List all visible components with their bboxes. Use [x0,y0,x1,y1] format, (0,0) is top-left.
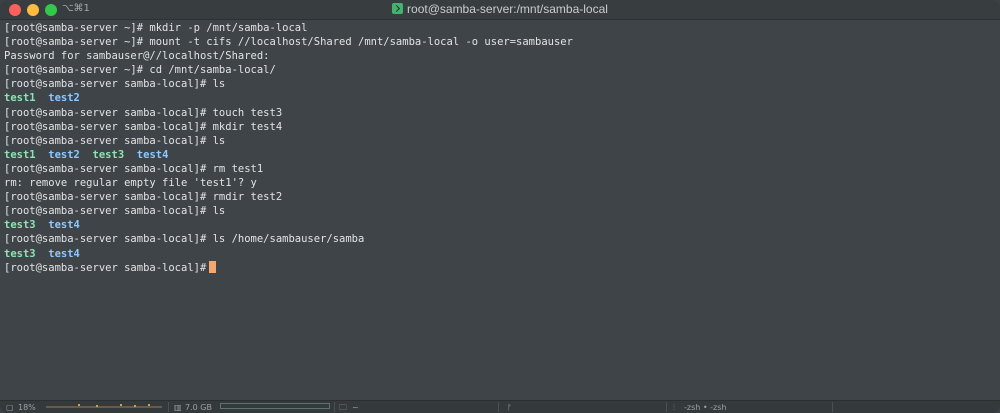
terminal-text: [root@samba-server samba-local]# ls [4,205,226,218]
shell-sessions: -zsh • -zsh [684,403,727,412]
terminal-line: test1 test2 [4,91,994,105]
terminal-text: rm: remove regular empty file 'test1'? y [4,177,257,190]
terminal-line: [root@samba-server ~]# mkdir -p /mnt/sam… [4,21,994,35]
terminal-text: [root@samba-server ~]# cd /mnt/samba-loc… [4,64,276,77]
directory-entry: test1 [4,148,36,161]
terminal-line: [root@samba-server ~]# mount -t cifs //l… [4,35,994,49]
current-directory: ~ [352,403,359,412]
terminal-line: [root@samba-server samba-local]# [4,260,994,275]
directory-entry: test3 [4,219,36,232]
directory-entry: test3 [92,148,125,161]
memory-bar [220,403,330,409]
terminal-line: test3 test4 [4,247,994,261]
terminal-line: test3 test4 [4,218,994,232]
terminal-line: Password for sambauser@//localhost/Share… [4,49,994,63]
terminal-text: [root@samba-server samba-local]# [4,261,207,274]
memory-usage: 7.0 GB [185,403,212,412]
terminal-text: [root@samba-server samba-local]# ls [4,78,226,91]
terminal-line: [root@samba-server ~]# cd /mnt/samba-loc… [4,63,994,77]
memory-icon: ▥ [174,403,182,412]
directory-entry: test1 [4,92,36,105]
terminal-text: [root@samba-server samba-local]# rm test… [4,162,264,175]
window-title-group: root@samba-server:/mnt/samba-local [0,2,1000,16]
status-bar: ▢ 18% ▥ 7.0 GB 🗀 ~ ᚠ ⫶ -zsh • -zsh [0,400,1000,413]
terminal-text: [root@samba-server samba-local]# rmdir t… [4,191,283,204]
terminal-cursor [209,260,217,273]
directory-entry: test4 [48,219,80,232]
terminal-line: [root@samba-server samba-local]# ls [4,77,994,91]
terminal-window: ⌥⌘1 root@samba-server:/mnt/samba-local [… [0,0,1000,413]
terminal-text: [root@samba-server samba-local]# touch t… [4,106,283,119]
terminal-text: [root@samba-server ~]# mkdir -p /mnt/sam… [4,22,308,34]
directory-entry: test2 [48,92,80,105]
terminal-line: test1 test2 test3 test4 [4,148,994,162]
terminal-text: [root@samba-server samba-local]# ls /hom… [4,233,365,246]
terminal-line: [root@samba-server samba-local]# rmdir t… [4,190,994,204]
git-branch-icon: ᚠ [507,403,512,412]
directory-entry: test2 [48,148,80,161]
terminal-text: [root@samba-server samba-local]# mkdir t… [4,120,283,133]
terminal-line: [root@samba-server samba-local]# touch t… [4,106,994,120]
title-bar[interactable]: ⌥⌘1 root@samba-server:/mnt/samba-local [0,0,1000,20]
window-title: root@samba-server:/mnt/samba-local [407,2,608,16]
cpu-usage: 18% [18,403,36,412]
terminal-text: [root@samba-server samba-local]# ls [4,134,226,147]
terminal-line: rm: remove regular empty file 'test1'? y [4,176,994,190]
directory-entry: test3 [4,247,36,260]
terminal-text: [root@samba-server ~]# mount -t cifs //l… [4,36,573,49]
directory-entry: test4 [48,247,80,260]
folder-icon: 🗀 [339,403,347,412]
terminal-line: [root@samba-server samba-local]# ls [4,134,994,148]
shell-icon: ⫶ [673,403,675,412]
terminal-line: [root@samba-server samba-local]# mkdir t… [4,120,994,134]
cpu-icon: ▢ [6,403,14,412]
terminal-icon [392,3,404,14]
terminal-output[interactable]: [root@samba-server ~]# mkdir -p /mnt/sam… [4,21,994,275]
terminal-line: [root@samba-server samba-local]# ls /hom… [4,232,994,246]
terminal-text: Password for sambauser@//localhost/Share… [4,50,270,63]
directory-entry: test4 [136,148,169,161]
terminal-line: [root@samba-server samba-local]# ls [4,204,994,218]
terminal-line: [root@samba-server samba-local]# rm test… [4,162,994,176]
